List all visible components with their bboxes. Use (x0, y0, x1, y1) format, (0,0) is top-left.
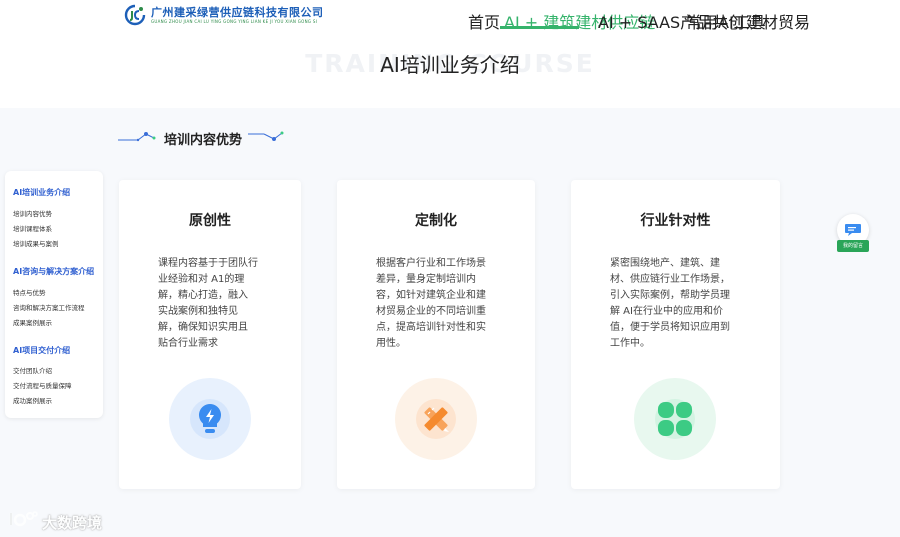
lightning-bulb-icon (190, 399, 230, 439)
feature-card-industry-focus: 行业针对性 紧密围绕地产、建筑、建 材、供应链行业工作场景， 引入实际案例，帮助… (571, 180, 780, 489)
right-line-decoration-icon (248, 128, 288, 148)
watermark-text: 大数跨境 (42, 513, 103, 532)
sidebar-item[interactable]: 培训内容优势 (13, 208, 52, 218)
logo-text: 广州建采绿营供应链科技有限公司 (151, 5, 324, 19)
section-heading: 培训内容优势 (118, 127, 288, 149)
sidebar-group-title[interactable]: AI培训业务介绍 (13, 187, 70, 198)
card-title: 行业针对性 (640, 213, 711, 229)
watermark-logo-icon (8, 510, 38, 534)
card-text-line: 贴合行业需求 (158, 338, 218, 349)
company-logo[interactable]: 广州建采绿营供应链科技有限公司 GUANG ZHOU JIAN CAI LU Y… (124, 2, 324, 28)
ruler-pencil-icon (416, 399, 456, 439)
my-messages-button[interactable]: 我的留言 (836, 214, 870, 254)
card-title: 定制化 (415, 213, 457, 229)
card-text-line: 工作中。 (610, 338, 650, 349)
hero-banner: TRAINING COURSE AI培训业务介绍 (0, 30, 900, 108)
card-title: 原创性 (189, 213, 231, 229)
my-messages-label: 我的留言 (837, 240, 869, 252)
card-text-line: 解 AI在行业中的应用和价 (610, 306, 723, 317)
sidebar-nav: AI培训业务介绍 培训内容优势 培训课程体系 培训成果与案例 AI咨询与解决方案… (5, 171, 103, 418)
sidebar-item[interactable]: 交付团队介绍 (13, 365, 52, 375)
card-description: 课程内容基于于团队行 业经验和对 A1的理 解，精心打造，融入 实战案例和独特见… (158, 256, 258, 352)
feature-card-originality: 原创性 课程内容基于于团队行 业经验和对 A1的理 解，精心打造，融入 实战案例… (119, 180, 301, 489)
sidebar-group-title[interactable]: AI咨询与解决方案介绍 (13, 266, 94, 277)
card-text-line: 差异，量身定制培训内 (376, 274, 476, 285)
card-text-line: 材贸易企业的不同培训重 (376, 306, 486, 317)
section-title: 培训内容优势 (164, 132, 243, 148)
sidebar-group-title[interactable]: AI项目交付介绍 (13, 345, 70, 356)
card-text-line: 紧密围绕地产、建筑、建 (610, 258, 720, 269)
top-header: 广州建采绿营供应链科技有限公司 GUANG ZHOU JIAN CAI LU Y… (0, 0, 900, 32)
card-text-line: 值，便于学员将知识应用到 (610, 322, 730, 333)
icon-halo (169, 378, 251, 460)
sidebar-item[interactable]: 培训课程体系 (13, 223, 52, 233)
card-description: 根据客户行业和工作场景 差异，量身定制培训内 容，如针对建筑企业和建 材贸易企业… (376, 256, 486, 352)
logo-mark-icon (124, 4, 146, 26)
card-text-line: 解，精心打造，融入 (158, 290, 248, 301)
card-text-line: 根据客户行业和工作场景 (376, 258, 486, 269)
card-text-line: 业经验和对 A1的理 (158, 274, 245, 285)
sidebar-item[interactable]: 培训成果与案例 (13, 238, 59, 248)
card-text-line: 用性。 (376, 338, 406, 349)
card-text-line: 解，确保知识实用且 (158, 322, 248, 333)
sidebar-item[interactable]: 成功案例展示 (13, 395, 52, 405)
card-text-line: 容，如针对建筑企业和建 (376, 290, 486, 301)
card-text-line: 实战案例和独特见 (158, 306, 238, 317)
card-description: 紧密围绕地产、建筑、建 材、供应链行业工作场景， 引入实际案例，帮助学员理 解 … (610, 256, 730, 352)
card-text-line: 点，提高培训针对性和实 (376, 322, 486, 333)
watermark: 大数跨境 (8, 510, 102, 534)
icon-halo (634, 378, 716, 460)
sidebar-item[interactable]: 特点与优势 (13, 287, 46, 297)
card-text-line: 材、供应链行业工作场景， (610, 274, 730, 285)
feature-card-customization: 定制化 根据客户行业和工作场景 差异，量身定制培训内 容，如针对建筑企业和建 材… (337, 180, 535, 489)
card-text-line: 引入实际案例，帮助学员理 (610, 290, 730, 301)
logo-subtext: GUANG ZHOU JIAN CAI LU YING GONG YING LI… (151, 18, 318, 24)
sidebar-item[interactable]: 咨询和解决方案工作流程 (13, 302, 85, 312)
nav-active-underline (500, 26, 579, 29)
page-title: AI培训业务介绍 (380, 53, 520, 77)
sidebar-item[interactable]: 成果案例展示 (13, 317, 52, 327)
left-line-decoration-icon (118, 128, 158, 148)
card-text-line: 课程内容基于于团队行 (158, 258, 258, 269)
icon-halo (395, 378, 477, 460)
clover-icon (655, 399, 695, 439)
sidebar-item[interactable]: 交付流程与质量保障 (13, 380, 72, 390)
